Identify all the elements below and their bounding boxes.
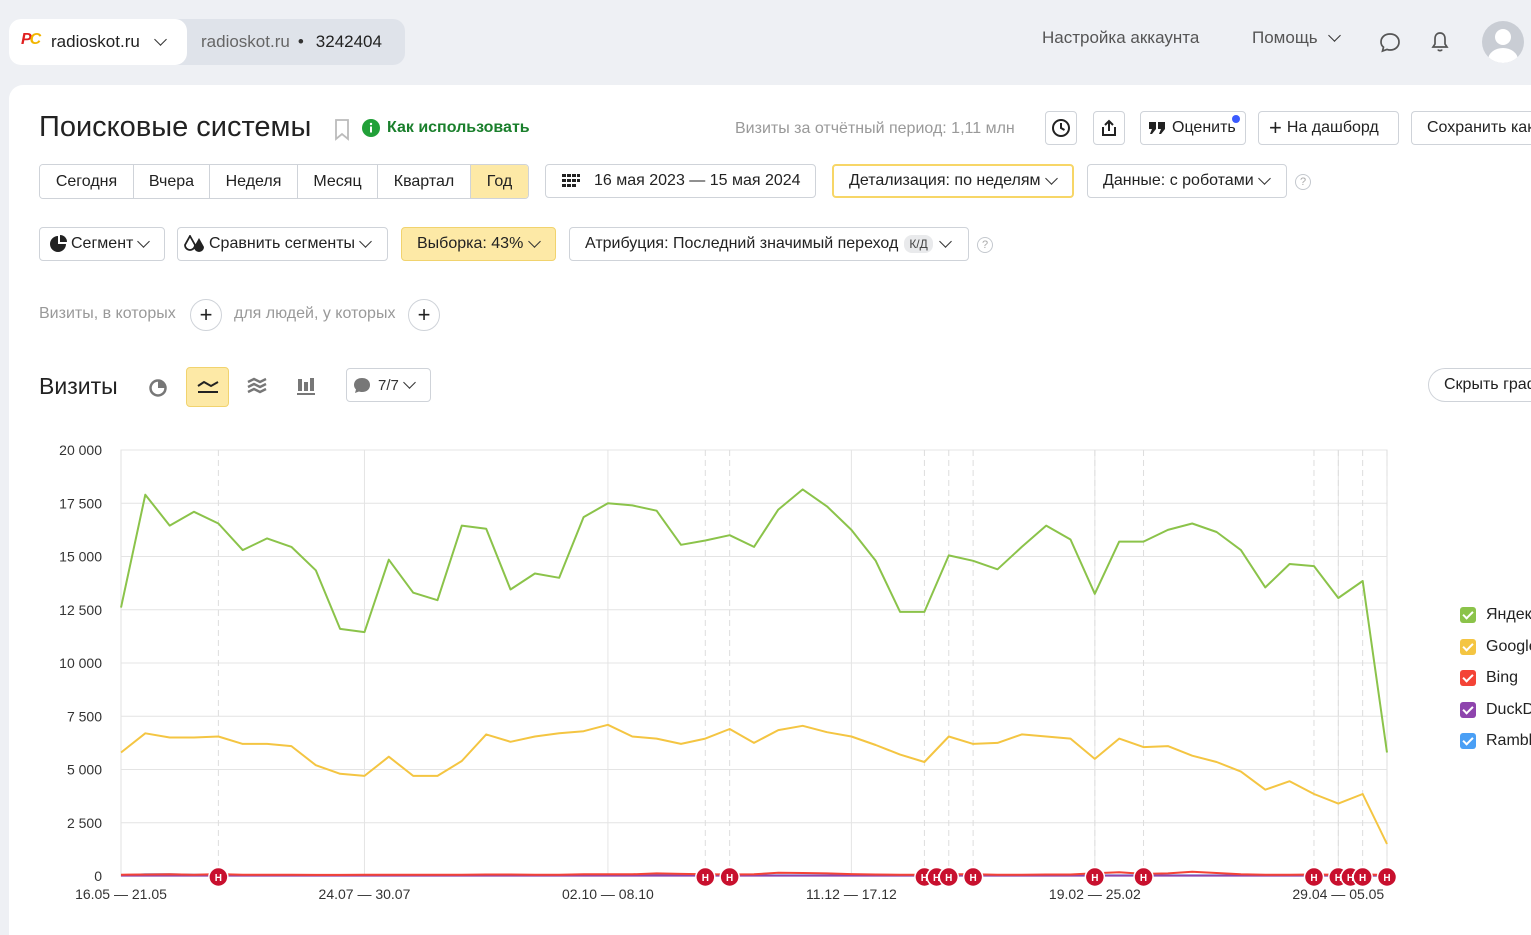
x-tick-label: 16.05 — 21.05 <box>75 886 167 902</box>
series-line <box>121 489 1387 752</box>
annotation-marker-label: Н <box>215 873 222 884</box>
annotation-marker-label: Н <box>726 873 733 884</box>
y-tick-label: 12 500 <box>59 602 102 618</box>
series-line <box>121 725 1387 844</box>
annotation-marker-label: Н <box>1383 873 1390 884</box>
annotation-marker-label: Н <box>1310 873 1317 884</box>
annotation-marker-label: Н <box>702 873 709 884</box>
y-tick-label: 10 000 <box>59 655 102 671</box>
annotation-marker-label: Н <box>969 873 976 884</box>
visits-line-chart: НННННННННННННН 02 5005 0007 50010 00012 … <box>0 0 1531 918</box>
y-tick-label: 17 500 <box>59 495 102 511</box>
x-tick-label: 19.02 — 25.02 <box>1049 886 1141 902</box>
x-tick-label: 11.12 — 17.12 <box>806 886 897 902</box>
x-tick-label: 29.04 — 05.05 <box>1292 886 1384 902</box>
y-tick-label: 20 000 <box>59 442 102 458</box>
y-tick-label: 15 000 <box>59 549 102 565</box>
x-tick-label: 24.07 — 30.07 <box>319 886 411 902</box>
annotation-marker-label: Н <box>1359 873 1366 884</box>
x-tick-label: 02.10 — 08.10 <box>562 886 654 902</box>
y-tick-label: 0 <box>94 868 102 884</box>
annotation-marker-label: Н <box>945 873 952 884</box>
annotation-marker-label: Н <box>1140 873 1147 884</box>
annotation-marker-label: Н <box>1091 873 1098 884</box>
y-tick-label: 2 500 <box>67 815 102 831</box>
y-tick-label: 7 500 <box>67 708 102 724</box>
y-tick-label: 5 000 <box>67 762 102 778</box>
